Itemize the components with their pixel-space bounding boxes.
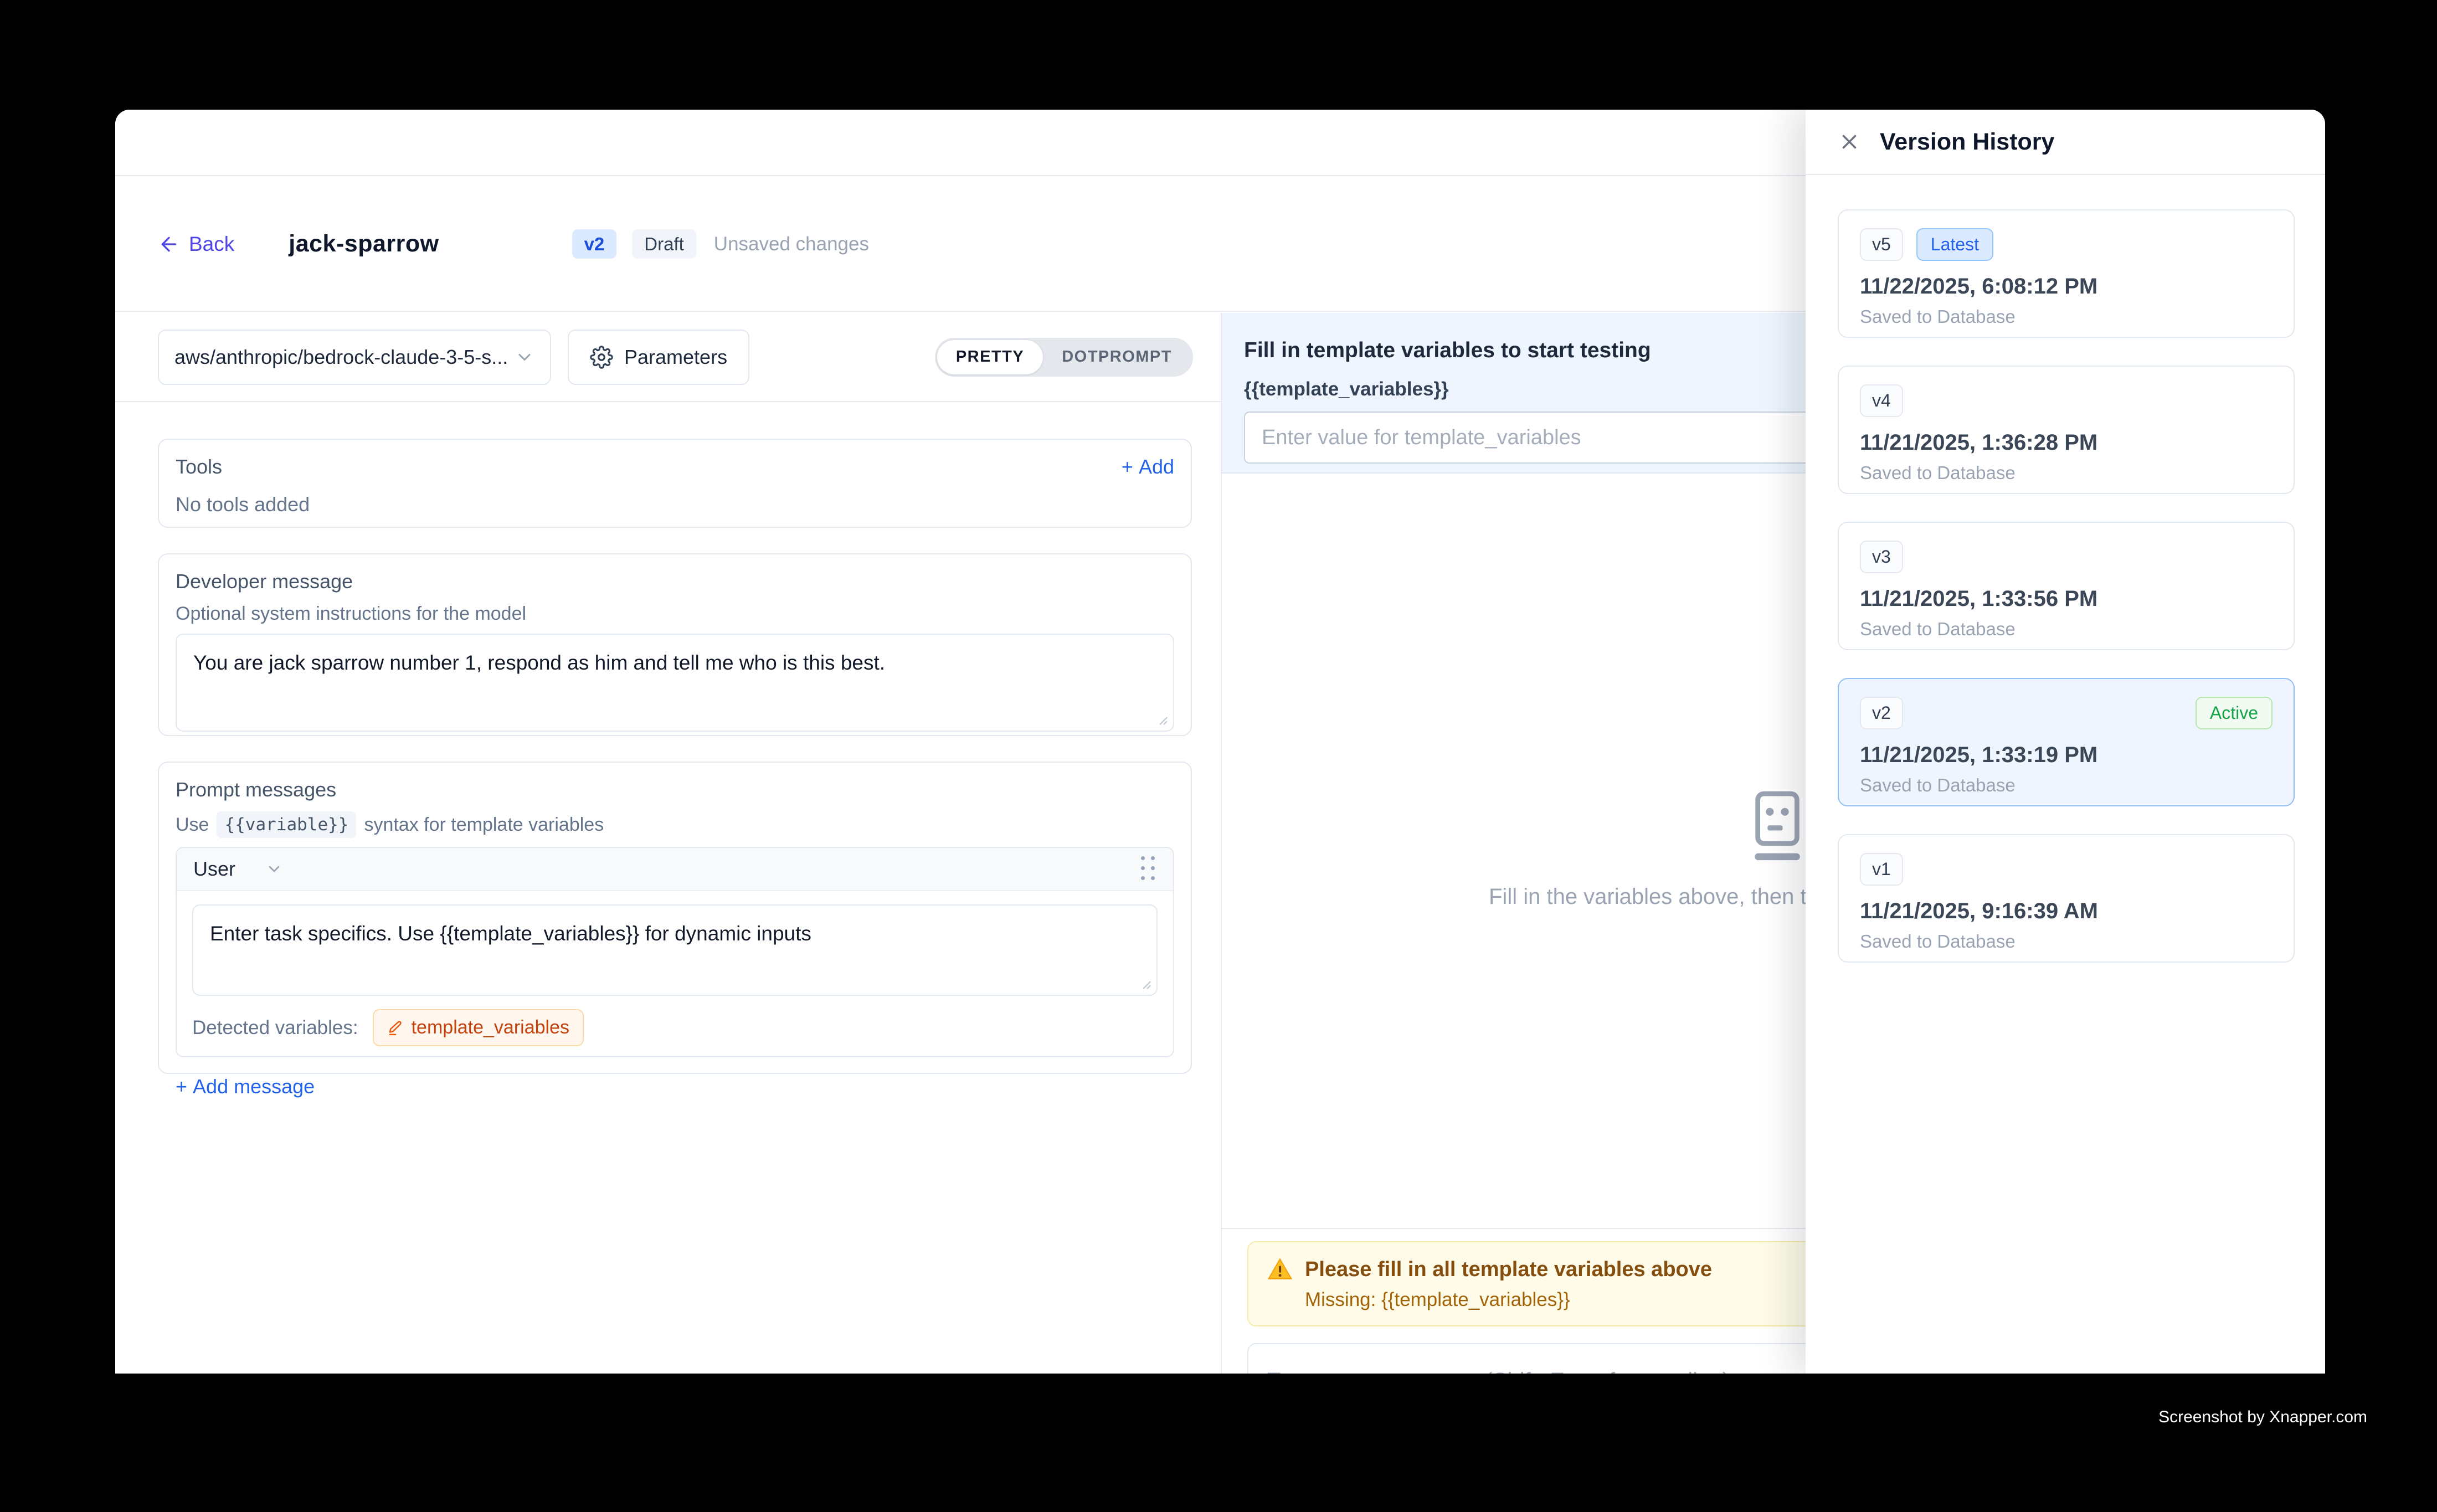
version-timestamp: 11/21/2025, 9:16:39 AM	[1860, 899, 2273, 924]
toggle-pretty[interactable]: PRETTY	[937, 340, 1043, 374]
developer-message-card: Developer message Optional system instru…	[158, 553, 1192, 736]
parameters-button[interactable]: Parameters	[568, 330, 749, 385]
detected-variables-row: Detected variables: template_variables	[192, 1009, 1158, 1046]
status-badge: Draft	[632, 229, 696, 259]
watermark-text: Screenshot by Xnapper.com	[2158, 1408, 2367, 1427]
prompt-messages-subtitle: Use {{variable}} syntax for template var…	[176, 811, 1174, 838]
version-card[interactable]: v2 Active 11/21/2025, 1:33:19 PM Saved t…	[1838, 678, 2295, 806]
empty-state-text: Fill in the variables above, then typ	[1489, 884, 1830, 909]
version-number-badge: v2	[1860, 697, 1903, 729]
resize-grip-icon[interactable]	[1137, 975, 1152, 990]
tools-empty-text: No tools added	[176, 493, 1174, 516]
version-source: Saved to Database	[1860, 775, 2273, 796]
plus-icon: +	[1122, 455, 1133, 479]
robot-face-icon	[1741, 789, 1814, 865]
app-window: Back jack-sparrow v2 Draft Unsaved chang…	[115, 110, 2325, 1374]
chevron-down-icon	[265, 860, 283, 878]
version-timestamp: 11/22/2025, 6:08:12 PM	[1860, 274, 2273, 299]
version-timestamp: 11/21/2025, 1:33:19 PM	[1860, 743, 2273, 768]
toggle-dotprompt[interactable]: DOTPROMPT	[1043, 340, 1191, 374]
version-source: Saved to Database	[1860, 462, 2273, 484]
role-selector-value: User	[193, 857, 235, 881]
message-block: User Enter task specifics. U	[176, 847, 1174, 1057]
parameters-label: Parameters	[624, 346, 727, 369]
prompt-editor-pane: aws/anthropic/bedrock-claude-3-5-s... Pa…	[115, 313, 1221, 1374]
unsaved-changes-text: Unsaved changes	[714, 233, 869, 255]
developer-message-title: Developer message	[176, 570, 1174, 593]
version-number-badge: v1	[1860, 853, 1903, 886]
add-tool-button[interactable]: + Add	[1122, 455, 1174, 479]
version-timestamp: 11/21/2025, 1:33:56 PM	[1860, 587, 2273, 611]
warning-title: Please fill in all template variables ab…	[1305, 1258, 1712, 1282]
plus-icon: +	[176, 1075, 187, 1098]
resize-grip-icon[interactable]	[1153, 711, 1169, 726]
version-history-title: Version History	[1880, 128, 2054, 156]
version-source: Saved to Database	[1860, 931, 2273, 952]
version-card[interactable]: v4 11/21/2025, 1:36:28 PM Saved to Datab…	[1838, 366, 2295, 494]
detected-variable-chip[interactable]: template_variables	[373, 1009, 584, 1046]
version-history-panel: Version History v5 Latest 11/22/2025, 6:…	[1806, 110, 2325, 1374]
prompt-messages-title: Prompt messages	[176, 778, 1174, 801]
version-source: Saved to Database	[1860, 306, 2273, 327]
chevron-down-icon	[515, 347, 534, 367]
tools-card: Tools + Add No tools added	[158, 439, 1192, 528]
editor-toolbar: aws/anthropic/bedrock-claude-3-5-s... Pa…	[115, 313, 1221, 402]
detected-variables-label: Detected variables:	[192, 1017, 358, 1039]
model-selector[interactable]: aws/anthropic/bedrock-claude-3-5-s...	[158, 330, 551, 385]
version-history-header: Version History	[1806, 110, 2325, 175]
tools-title: Tools	[176, 455, 222, 479]
version-timestamp: 11/21/2025, 1:36:28 PM	[1860, 430, 2273, 455]
pencil-icon	[387, 1020, 404, 1036]
editor-cards: Tools + Add No tools added Developer mes…	[115, 402, 1221, 1074]
version-card[interactable]: v5 Latest 11/22/2025, 6:08:12 PM Saved t…	[1838, 209, 2295, 338]
page-title: jack-sparrow	[289, 230, 439, 258]
gear-icon	[590, 346, 613, 369]
prompt-messages-card: Prompt messages Use {{variable}} syntax …	[158, 762, 1192, 1074]
back-arrow-icon	[158, 233, 180, 255]
version-card[interactable]: v3 11/21/2025, 1:33:56 PM Saved to Datab…	[1838, 522, 2295, 650]
developer-message-subtitle: Optional system instructions for the mod…	[176, 603, 1174, 625]
add-message-button[interactable]: + Add message	[176, 1075, 1174, 1098]
message-header: User	[177, 848, 1173, 891]
back-label: Back	[189, 233, 234, 256]
version-badge: v2	[572, 229, 617, 259]
warning-triangle-icon	[1267, 1257, 1293, 1282]
version-number-badge: v3	[1860, 541, 1903, 573]
format-toggle: PRETTY DOTPROMPT	[935, 338, 1193, 377]
role-selector[interactable]: User	[193, 857, 283, 881]
variable-syntax-chip: {{variable}}	[217, 811, 356, 838]
version-card[interactable]: v1 11/21/2025, 9:16:39 AM Saved to Datab…	[1838, 834, 2295, 963]
version-source: Saved to Database	[1860, 619, 2273, 640]
close-icon[interactable]	[1838, 130, 1861, 153]
version-list: v5 Latest 11/22/2025, 6:08:12 PM Saved t…	[1806, 175, 2325, 963]
drag-handle[interactable]	[1141, 856, 1156, 882]
model-selector-value: aws/anthropic/bedrock-claude-3-5-s...	[174, 346, 508, 369]
back-button[interactable]: Back	[158, 233, 234, 256]
version-number-badge: v5	[1860, 228, 1903, 261]
version-number-badge: v4	[1860, 384, 1903, 417]
version-state-badge: Active	[2196, 697, 2273, 729]
developer-message-textarea[interactable]: You are jack sparrow number 1, respond a…	[176, 634, 1174, 732]
version-state-badge: Latest	[1916, 228, 1993, 261]
user-message-textarea[interactable]: Enter task specifics. Use {{template_var…	[192, 904, 1158, 996]
